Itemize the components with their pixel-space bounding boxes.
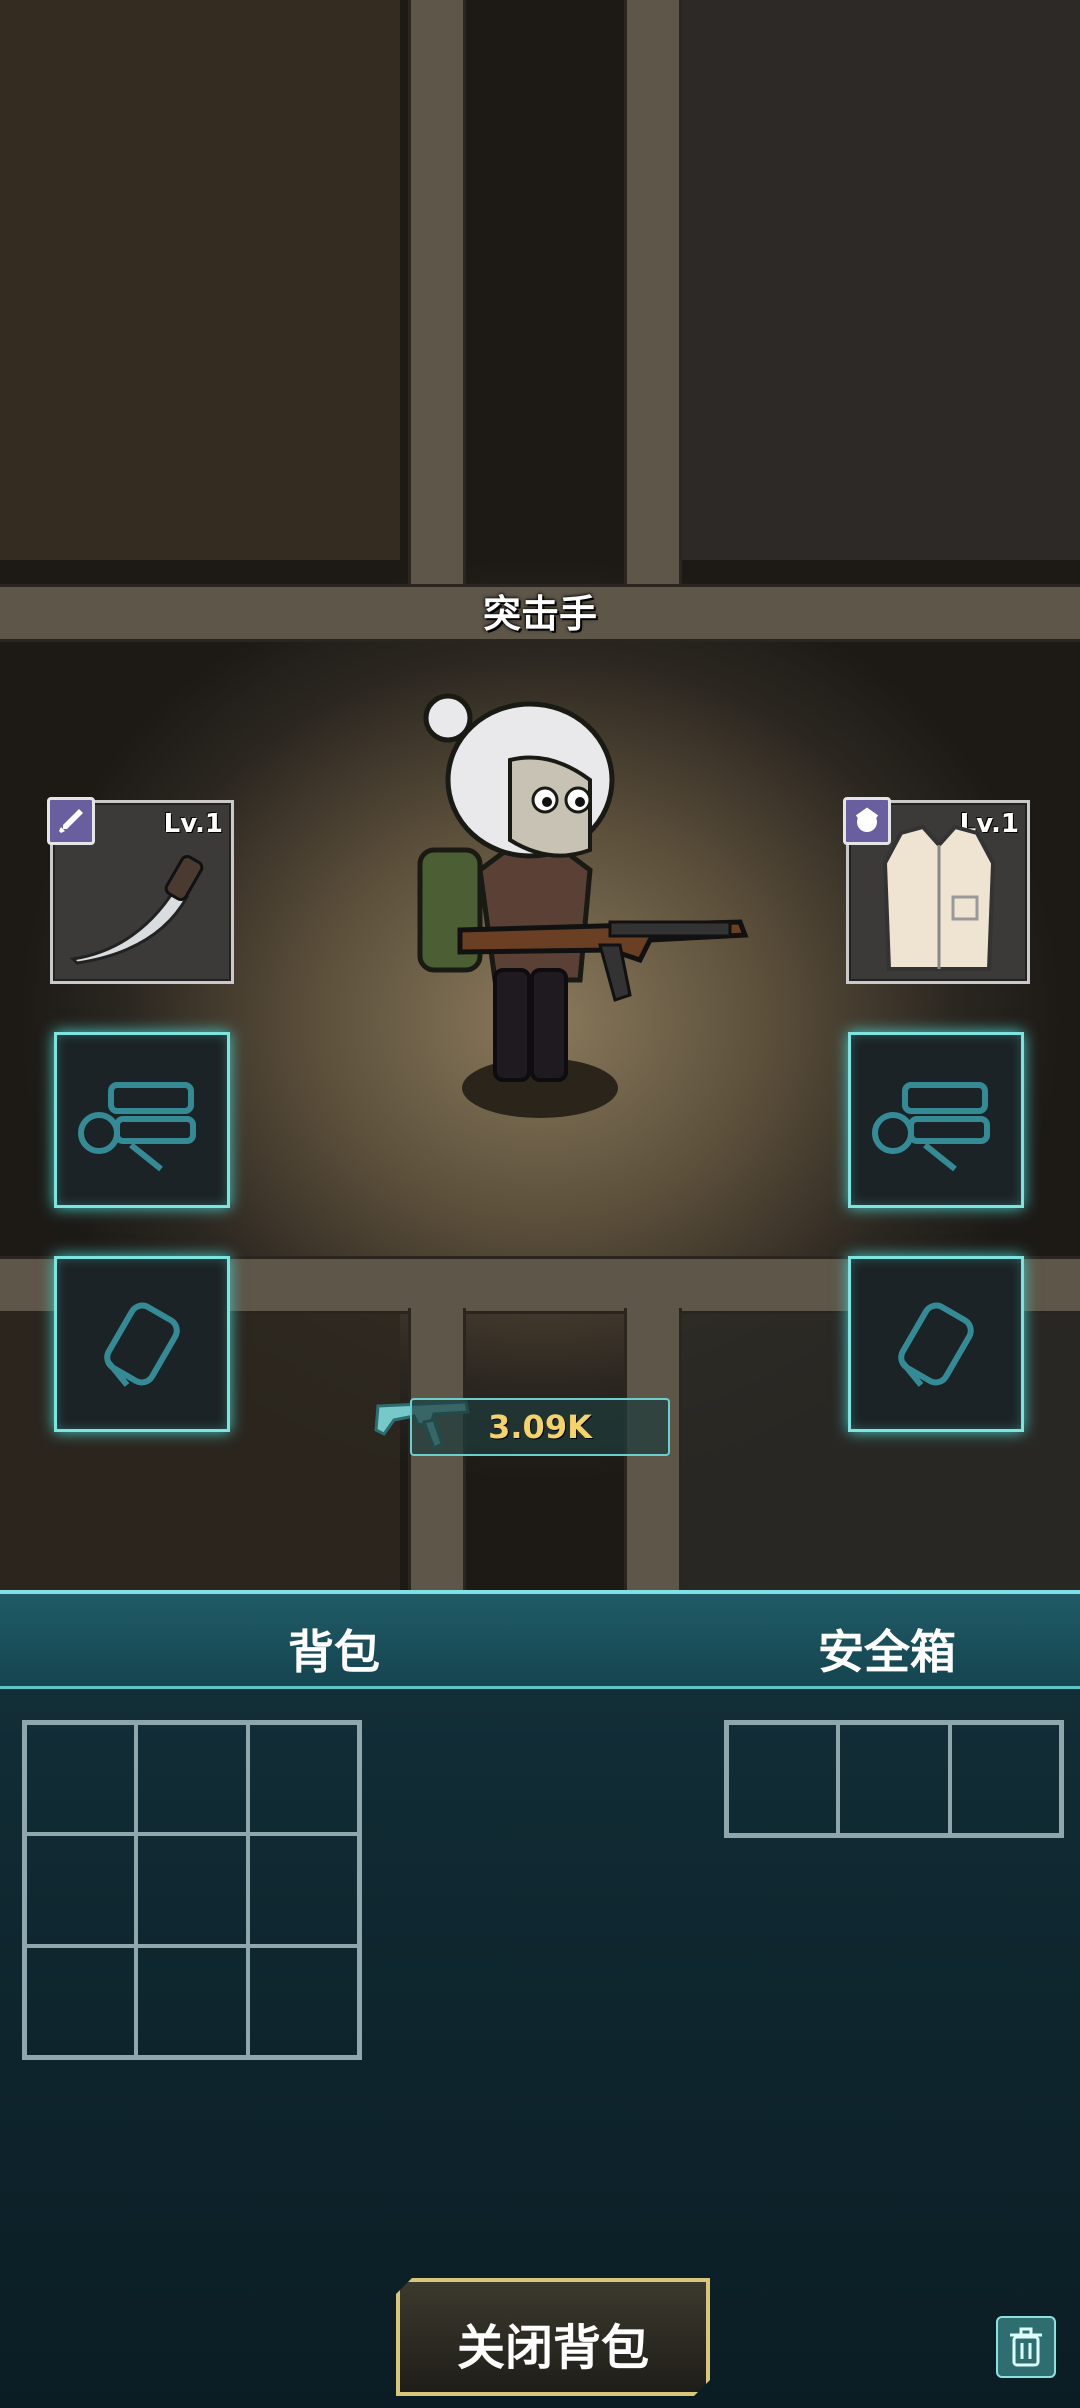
gun-parts-icon	[78, 1082, 196, 1172]
bullet-canister-icon	[104, 1302, 180, 1387]
backpack-cell[interactable]	[247, 1945, 359, 2057]
backpack-cell[interactable]	[25, 1834, 137, 1946]
armor-slot[interactable]: Lv.1	[843, 797, 1030, 984]
sword-icon	[47, 797, 95, 845]
backpack-cell[interactable]	[136, 1723, 248, 1835]
vest-icon	[882, 824, 996, 971]
bullet-canister-icon	[898, 1302, 974, 1387]
backpack-cell[interactable]	[25, 1945, 137, 2057]
weapon-value: 3.09K	[488, 1408, 592, 1446]
close-backpack-button[interactable]: 关闭背包	[396, 2278, 710, 2396]
inventory-header: 背包 安全箱	[0, 1590, 1080, 1689]
backpack-cell[interactable]	[247, 1723, 359, 1835]
fence-post-right	[624, 0, 682, 584]
combat-knife-icon	[69, 855, 204, 965]
mod-slot-left-1[interactable]	[54, 1032, 230, 1208]
mod-slot-right-2[interactable]	[848, 1256, 1024, 1432]
safe-box-cell[interactable]	[727, 1723, 839, 1835]
backpack-cell[interactable]	[136, 1945, 248, 2057]
weapon-slot[interactable]: Lv.1	[47, 797, 234, 984]
character-role-label: 突击手	[482, 592, 597, 636]
gun-parts-icon	[872, 1082, 990, 1172]
backpack-cell[interactable]	[136, 1834, 248, 1946]
safe-box-cell[interactable]	[949, 1723, 1061, 1835]
mod-slot-right-1[interactable]	[848, 1032, 1024, 1208]
yard-top-right	[680, 0, 1080, 560]
close-backpack-label: 关闭背包	[456, 2320, 649, 2376]
tab-backpack[interactable]: 背包	[288, 1616, 380, 1682]
trash-icon[interactable]	[996, 2316, 1056, 2378]
mod-slot-left-2[interactable]	[54, 1256, 230, 1432]
backpack-grid	[22, 1720, 362, 2060]
tab-safe-box[interactable]: 安全箱	[818, 1616, 956, 1682]
safe-box-grid	[724, 1720, 1064, 1838]
safe-box-cell[interactable]	[838, 1723, 950, 1835]
character-sprite[interactable]	[400, 690, 760, 1130]
yard-top-left	[0, 0, 400, 560]
weapon-value-box: 3.09K	[410, 1398, 670, 1456]
backpack-cell[interactable]	[25, 1723, 137, 1835]
backpack-cell[interactable]	[247, 1834, 359, 1946]
fence-post-left	[408, 0, 466, 584]
weapon-level: Lv.1	[163, 809, 223, 839]
